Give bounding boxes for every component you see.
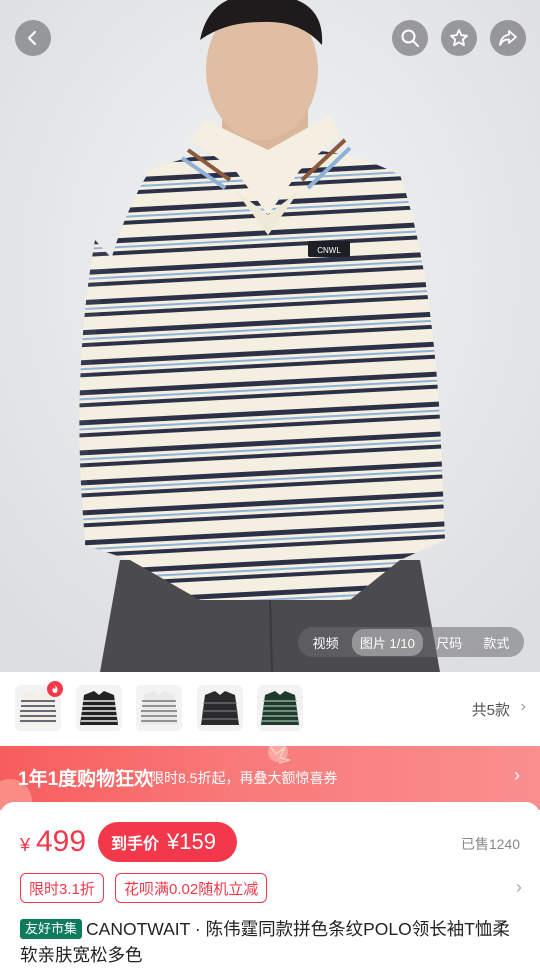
hot-badge — [47, 681, 63, 697]
back-arrow-icon — [27, 30, 37, 46]
variant-thumb-green[interactable] — [257, 685, 303, 731]
chevron-right-icon[interactable]: › — [521, 698, 526, 716]
promo-title: 1年1度购物狂欢 — [18, 769, 154, 790]
promo-banner[interactable]: 1年1度购物狂欢 限时8.5折起，再叠大额惊喜券 › — [0, 746, 540, 810]
variant-thumbnail-row — [0, 672, 540, 746]
final-price-pill[interactable]: 到手价 ¥159 — [98, 822, 237, 862]
tab-video[interactable]: 视频 — [305, 629, 347, 656]
back-button[interactable] — [15, 20, 51, 56]
share-icon — [499, 30, 517, 46]
search-icon — [401, 29, 420, 48]
chevron-right-icon: › — [514, 765, 520, 785]
promo-subtitle: 限时8.5折起，再叠大额惊喜券 — [150, 770, 338, 786]
variant-thumb-gray[interactable] — [136, 685, 182, 731]
product-detail-page: CNWL 视频 图片 1/10 尺码 款式 共5款 › 1年1度购物狂欢 限时8… — [0, 0, 540, 977]
variant-thumb-black-white[interactable] — [76, 685, 122, 731]
shirt-thumbnail-image — [261, 691, 299, 725]
shirt-thumbnail-image — [80, 691, 118, 725]
sold-count: 已售1240 — [460, 836, 520, 852]
product-title: 友好市集 CANOTWAIT · 陈伟霆同款拼色条纹POLO领长袖T恤柔软亲肤宽松… — [20, 916, 525, 968]
product-title-text: CANOTWAIT · 陈伟霆同款拼色条纹POLO领长袖T恤柔软亲肤宽松多色 — [20, 919, 510, 965]
favorite-button[interactable] — [441, 20, 477, 56]
tab-size[interactable]: 尺码 — [428, 629, 470, 656]
chevron-right-icon[interactable]: › — [516, 877, 522, 898]
variant-count[interactable]: 共5款 — [472, 699, 510, 720]
variant-thumb-black[interactable] — [197, 685, 243, 731]
media-tab-bar: 视频 图片 1/10 尺码 款式 — [298, 627, 524, 657]
search-button[interactable] — [392, 20, 428, 56]
final-price-label: 到手价 — [111, 836, 160, 853]
star-icon — [450, 29, 468, 47]
price-value: 499 — [36, 825, 87, 858]
shirt-thumbnail-image — [140, 691, 178, 725]
product-photo[interactable]: CNWL 视频 图片 1/10 尺码 款式 — [0, 0, 540, 672]
model-illustration: CNWL — [0, 0, 540, 672]
price-currency: ¥ — [20, 835, 31, 855]
share-button[interactable] — [490, 20, 526, 56]
tab-images[interactable]: 图片 1/10 — [351, 628, 423, 656]
discount-tag[interactable]: 限时3.1折 — [20, 873, 104, 903]
shirt-badge-text: CNWL — [317, 246, 341, 255]
price-card: ¥ 499 到手价 ¥159 已售1240 限时3.1折 花呗满0.02随机立减… — [0, 802, 540, 977]
final-price-value: ¥159 — [167, 829, 216, 854]
huabei-tag[interactable]: 花呗满0.02随机立减 — [115, 873, 268, 903]
brand-badge[interactable]: 友好市集 — [20, 919, 83, 939]
shirt-thumbnail-image — [201, 691, 239, 725]
flame-icon — [52, 685, 58, 693]
tab-styles[interactable]: 款式 — [475, 629, 517, 656]
